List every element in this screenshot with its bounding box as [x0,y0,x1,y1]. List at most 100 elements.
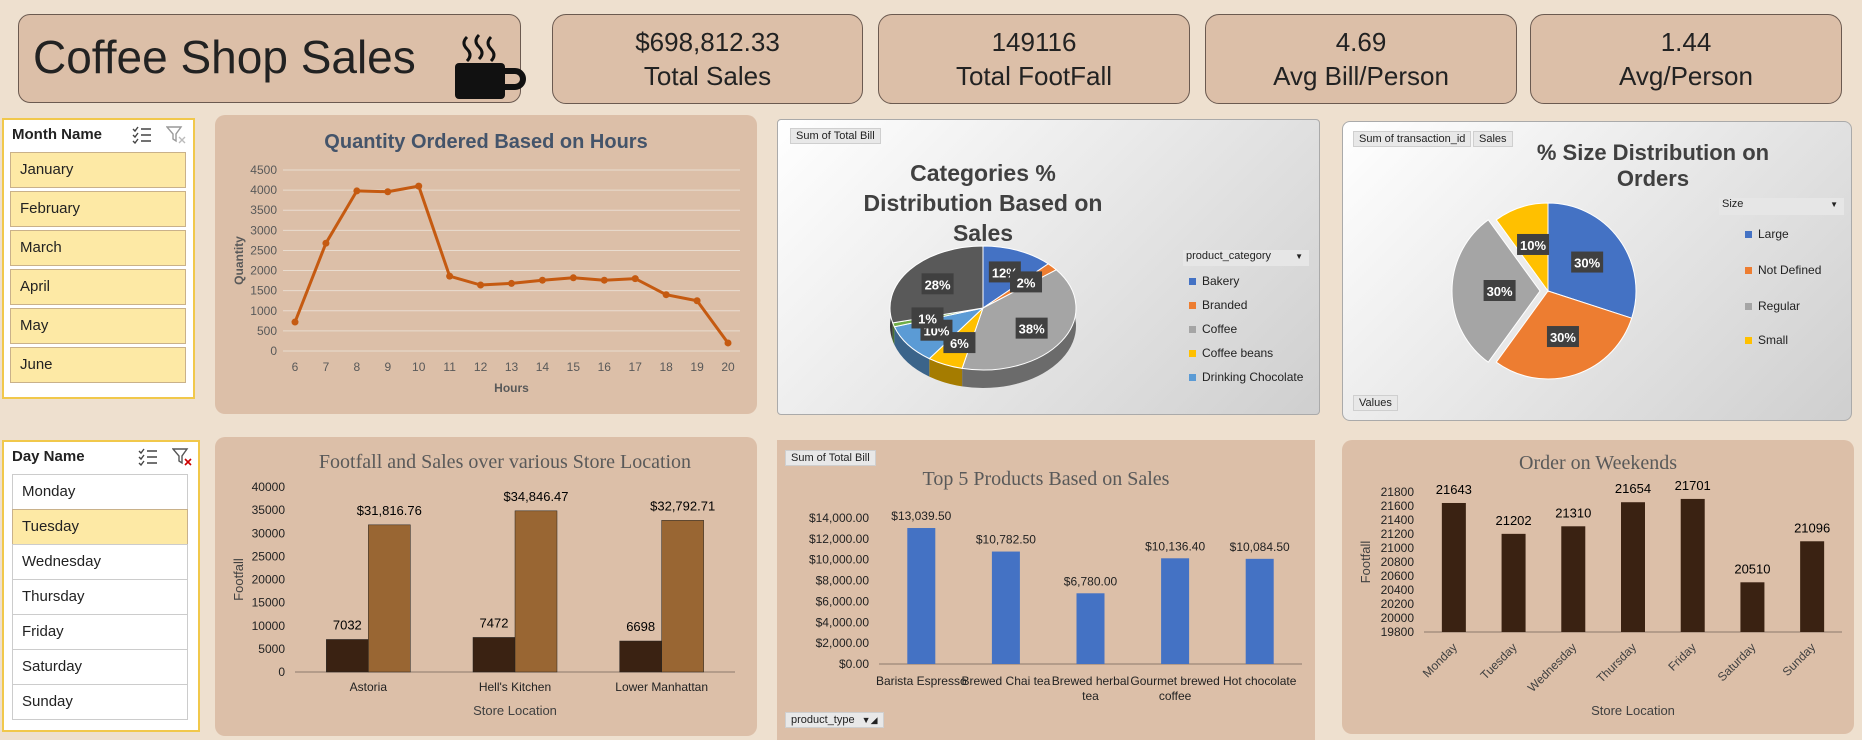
kpi-total-sales: $698,812.33 Total Sales [552,14,863,104]
multi-select-icon[interactable] [132,126,152,144]
y-tick-label: 20200 [1381,597,1415,611]
x-tick-label: Friday [1665,640,1698,673]
y-tick-label: 4000 [250,183,277,197]
bar [619,640,662,673]
y-tick-label: $10,000.00 [809,553,869,567]
data-point [724,339,732,347]
data-label: $13,039.50 [891,509,951,523]
data-point [538,276,546,284]
month-item-may[interactable]: May [10,308,186,344]
x-tick-label: 19 [690,360,704,374]
y-tick-label: 21800 [1381,485,1415,499]
dashboard-title-box: Coffee Shop Sales [18,14,526,103]
y-tick-label: $2,000.00 [816,636,870,650]
kpi-label: Avg/Person [1619,61,1753,91]
data-label: 1% [918,311,937,326]
data-label: $31,816.76 [357,503,422,518]
month-slicer-header: Month Name [12,126,102,143]
x-tick-label: 8 [354,360,361,374]
x-tick-label: Saturday [1715,640,1759,684]
bar [907,528,936,664]
kpi-value: 149116 [991,27,1077,57]
kpi-label: Avg Bill/Person [1273,61,1449,91]
bar [1076,593,1105,664]
y-tick-label: 30000 [252,526,286,540]
x-tick-label: 20 [721,360,735,374]
bar [326,639,369,673]
x-tick-label: 12 [474,360,488,374]
x-tick-label: Monday [1420,640,1460,680]
data-label: 2% [1017,275,1036,290]
data-label: $10,782.50 [976,533,1036,547]
month-item-february[interactable]: February [10,191,186,227]
x-tick-label: 13 [505,360,519,374]
data-point [291,318,299,326]
y-tick-label: $4,000.00 [816,615,870,629]
month-item-april[interactable]: April [10,269,186,305]
x-axis-label: Hours [494,381,529,395]
day-item-tuesday[interactable]: Tuesday [12,509,188,545]
y-tick-label: 20800 [1381,555,1415,569]
multi-select-icon[interactable] [138,448,158,466]
bar [1740,582,1765,632]
clear-filter-icon[interactable] [166,125,186,145]
series-line [293,184,730,344]
y-tick-label: 15000 [252,596,286,610]
day-item-wednesday[interactable]: Wednesday [12,544,188,580]
x-tick-label: 7 [323,360,330,374]
x-tick-label: 10 [412,360,426,374]
size-pie-chart: 30% 30% 30% 10% [1451,202,1637,380]
data-label: 30% [1487,284,1513,299]
y-tick-label: 10000 [252,619,286,633]
data-point [631,275,639,283]
data-label: 21096 [1794,520,1830,535]
x-tick-label: 16 [598,360,612,374]
y-axis-label: Footfall [1358,541,1373,584]
kpi-value: $698,812.33 [635,27,780,57]
y-tick-label: 21200 [1381,527,1415,541]
data-point [446,272,454,280]
top-products-panel: Sum of Total Bill Top 5 Products Based o… [777,440,1315,740]
x-tick-label: Sunday [1780,640,1819,679]
data-label: $10,136.40 [1145,539,1205,553]
data-label: 10% [1520,238,1546,253]
store-location-chart: 0 5000 10000 15000 20000 25000 30000 35000 40000… [231,480,735,718]
day-item-thursday[interactable]: Thursday [12,579,188,615]
size-pie-panel: Sum of transaction_id Sales % Size Distr… [1342,121,1852,421]
y-tick-label: 3000 [250,223,277,237]
clear-filter-icon[interactable] [172,447,192,467]
day-item-sunday[interactable]: Sunday [12,684,188,720]
y-tick-label: 20600 [1381,569,1415,583]
y-tick-label: 2500 [250,243,277,257]
x-tick-label: Wednesday [1525,640,1580,695]
day-item-monday[interactable]: Monday [12,474,188,510]
x-tick-label: Thursday [1594,640,1639,685]
x-tick-label: 11 [443,360,456,374]
month-item-june[interactable]: June [10,347,186,383]
y-tick-label: 21000 [1381,541,1415,555]
data-point [353,187,361,195]
y-tick-label: 35000 [252,503,286,517]
data-label: 6% [950,336,969,351]
y-tick-label: 21400 [1381,513,1415,527]
bar [368,524,411,673]
x-tick-label: 9 [384,360,391,374]
x-tick-label: 15 [567,360,581,374]
data-label: 21643 [1436,482,1472,497]
data-point [569,274,577,282]
month-item-january[interactable]: January [10,152,186,188]
category-pie-chart: 12%2%38%6%10%1%28% [889,245,1077,388]
y-tick-label: $0.00 [839,657,869,671]
x-tick-label: coffee [1159,689,1192,703]
kpi-label: Total FootFall [955,61,1113,91]
x-tick-label: Astoria [350,680,388,694]
bar [991,551,1020,664]
data-label: 20510 [1734,561,1770,576]
month-item-march[interactable]: March [10,230,186,266]
y-tick-label: 3500 [250,203,277,217]
day-item-saturday[interactable]: Saturday [12,649,188,685]
x-tick-label: Gourmet brewed [1130,674,1219,688]
day-item-friday[interactable]: Friday [12,614,188,650]
category-pie-panel: Sum of Total Bill Categories % Distribut… [777,119,1320,415]
y-tick-label: 40000 [252,480,286,494]
